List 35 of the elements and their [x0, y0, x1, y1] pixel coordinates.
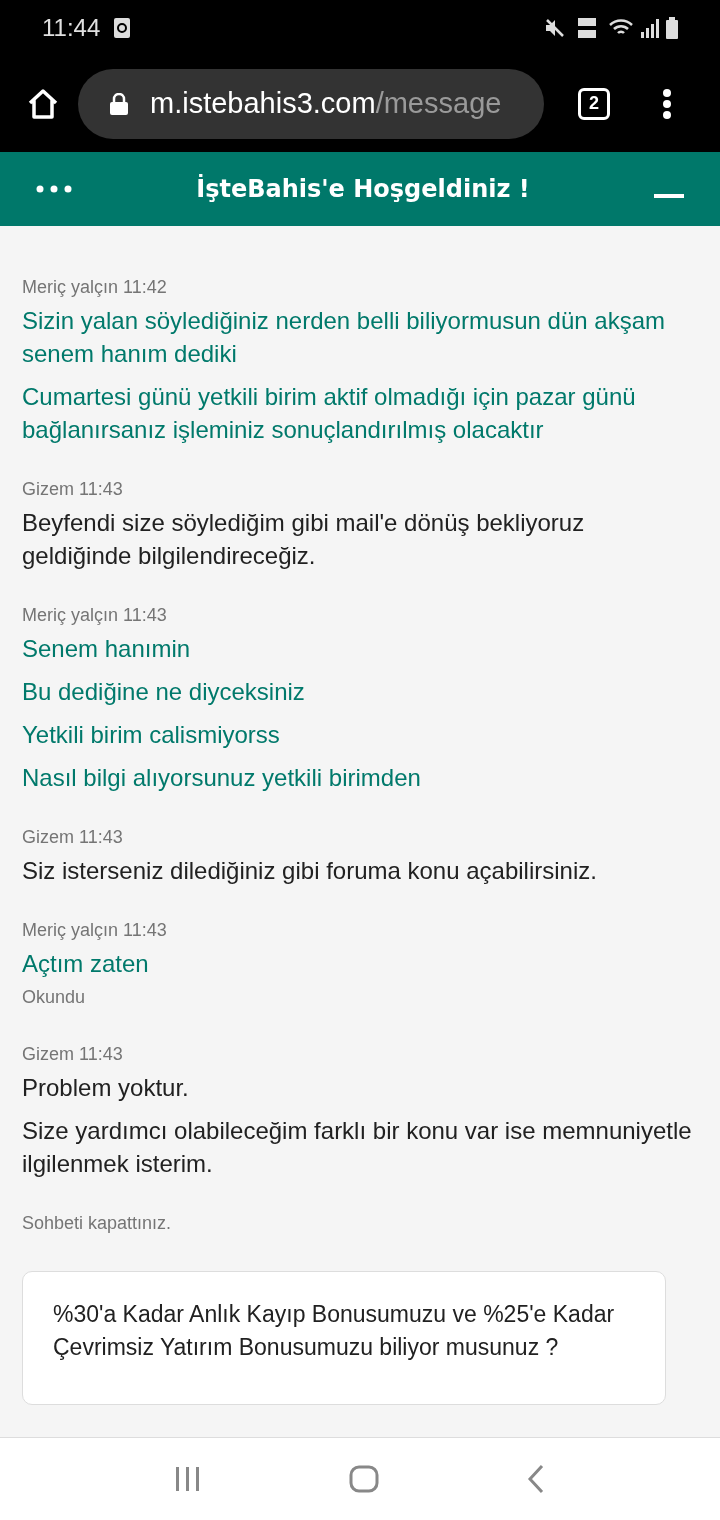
user-message: Bu dediğine ne diyceksiniz: [22, 677, 306, 707]
sender-label: Meriç yalçın 11:42: [22, 276, 168, 299]
url-text: m.istebahis3.com/message: [150, 85, 502, 121]
home-icon[interactable]: [26, 86, 60, 121]
battery-icon: [666, 16, 678, 39]
more-options-icon[interactable]: [662, 88, 672, 119]
sender-label: Meriç yalçın 11:43: [22, 919, 168, 942]
system-note: Sohbeti kapattınız.: [22, 1212, 173, 1235]
more-icon[interactable]: [36, 185, 72, 193]
agent-message: Size yardımcı olabileceğim farklı bir konu var ise memnuniyetle ilgilenmek isterim.: [22, 1116, 693, 1179]
mute-icon: [544, 16, 566, 39]
agent-message: Beyfendi size söylediğim gibi mail'e dönüş bekliyoruz geldiğinde bilgilendireceğiz.: [22, 508, 586, 571]
sender-label: Meriç yalçın 11:43: [22, 604, 168, 627]
status-time: 11:44: [42, 12, 101, 43]
user-message: Senem hanımin: [22, 634, 192, 664]
url-bar[interactable]: m.istebahis3.com/message: [78, 68, 544, 139]
tab-count-button[interactable]: 2: [578, 87, 610, 120]
lock-icon: [110, 92, 128, 115]
user-message: Cumartesi günü yetkili birim aktif olmadığı için pazar günü bağlanırsanız işleminiz sonuçlandırılmış olacaktır: [22, 382, 637, 445]
promo-text: %30'a Kadar Anlık Kayıp Bonusumuzu ve %25'e Kadar Çevrimsiz Yatırım Bonusumuzu biliyor musunuz ?: [53, 1300, 616, 1362]
sender-label: Gizem 11:43: [22, 826, 124, 849]
agent-message: Siz isterseniz dilediğiniz gibi foruma konu açabilirsiniz.: [22, 856, 598, 886]
signal-icon: [640, 16, 660, 39]
home-button-icon[interactable]: [349, 1465, 379, 1493]
recent-apps-icon[interactable]: [173, 1466, 202, 1492]
user-message: Açtım zaten: [22, 949, 150, 979]
user-message: Sizin yalan söylediğiniz nerden belli biliyormusun dün akşam senem hanım dediki: [22, 306, 666, 369]
screenshot-notification-icon: [114, 17, 131, 38]
chat-title: İşteBahis'e Hoşgeldiniz !: [195, 173, 531, 205]
read-receipt: Okundu: [22, 986, 87, 1009]
user-message: Yetkili birim calismiyorss: [22, 720, 281, 750]
user-message: Nasıl bilgi alıyorsunuz yetkili birimden: [22, 763, 422, 793]
sender-label: Gizem 11:43: [22, 478, 124, 501]
agent-message: Problem yoktur.: [22, 1073, 190, 1103]
sender-label: Gizem 11:43: [22, 1043, 124, 1066]
